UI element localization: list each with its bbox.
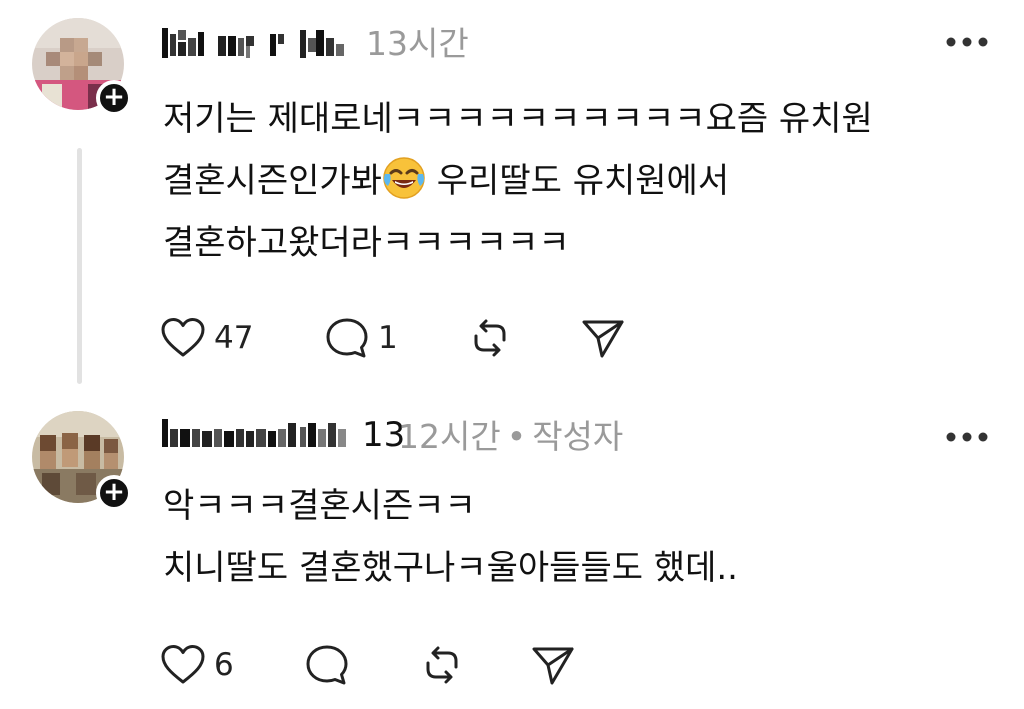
like-button[interactable]: 6: [160, 641, 234, 689]
repost-button[interactable]: [420, 641, 464, 689]
thread-post: + 13시간 저기는 제대로네ㅋㅋㅋㅋㅋㅋㅋㅋㅋㅋ요즘 유치원 결혼시즌인가봐 …: [0, 0, 1024, 395]
author-tag: 작성자: [532, 417, 624, 456]
repost-icon: [474, 319, 506, 357]
reply-button[interactable]: [304, 641, 358, 689]
share-button[interactable]: [580, 314, 626, 362]
more-options-button[interactable]: [944, 32, 990, 52]
send-icon: [582, 320, 624, 358]
follow-button[interactable]: +: [96, 80, 132, 116]
username-pixelated[interactable]: [160, 24, 360, 64]
more-options-button[interactable]: [944, 427, 990, 447]
heart-icon: [161, 318, 205, 357]
send-icon: [532, 647, 574, 685]
timestamp: 13시간: [366, 24, 469, 63]
repost-button[interactable]: [468, 314, 512, 362]
like-count: 6: [214, 647, 234, 683]
reply-button[interactable]: 1: [324, 314, 398, 362]
comment-icon: [326, 318, 368, 358]
follow-button[interactable]: +: [96, 475, 132, 511]
post-text-line: 저기는 제대로네ㅋㅋㅋㅋㅋㅋㅋㅋㅋㅋ요즘 유치원: [163, 99, 873, 139]
like-button[interactable]: 47: [160, 314, 253, 362]
like-count: 47: [214, 320, 254, 356]
face-with-tears-of-joy-icon: [382, 156, 426, 200]
reply-count: 1: [378, 320, 398, 356]
thread-connector-line: [77, 148, 82, 384]
plus-icon: +: [103, 477, 125, 507]
post-text-line: 결혼하고왔더라ㅋㅋㅋㅋㅋㅋ: [163, 223, 570, 263]
heart-icon: [161, 645, 205, 684]
post-text-segment: 우리딸도 유치원에서: [436, 161, 730, 201]
post-meta: 12시간 • 작성자: [398, 417, 623, 457]
more-icon: [946, 432, 988, 442]
post-text-line: 악ㅋㅋㅋ결혼시즌ㅋㅋ: [163, 486, 476, 526]
post-meta: 13시간: [366, 24, 469, 64]
post-body: 악ㅋㅋㅋ결혼시즌ㅋㅋ 치니딸도 결혼했구나ㅋ울아들들도 했데..: [163, 475, 738, 599]
share-button[interactable]: [530, 641, 576, 689]
meta-separator: •: [506, 417, 527, 456]
comment-icon: [306, 645, 348, 685]
post-body: 저기는 제대로네ㅋㅋㅋㅋㅋㅋㅋㅋㅋㅋ요즘 유치원 결혼시즌인가봐 우리딸도 유치…: [163, 88, 873, 274]
post-text-line: 치니딸도 결혼했구나ㅋ울아들들도 했데..: [163, 548, 738, 588]
thread-post: + 13 12시간 • 작성자 악ㅋㅋㅋ결혼시즌ㅋㅋ 치니딸도 결혼했구나ㅋ울아…: [0, 395, 1024, 709]
username-pixelated[interactable]: [160, 415, 360, 455]
timestamp: 12시간: [398, 417, 501, 456]
repost-icon: [426, 646, 458, 684]
post-text-line: 결혼시즌인가봐 우리딸도 유치원에서: [163, 150, 873, 212]
plus-icon: +: [103, 82, 125, 112]
post-text-segment: 결혼시즌인가봐: [163, 161, 382, 201]
more-icon: [946, 37, 988, 47]
